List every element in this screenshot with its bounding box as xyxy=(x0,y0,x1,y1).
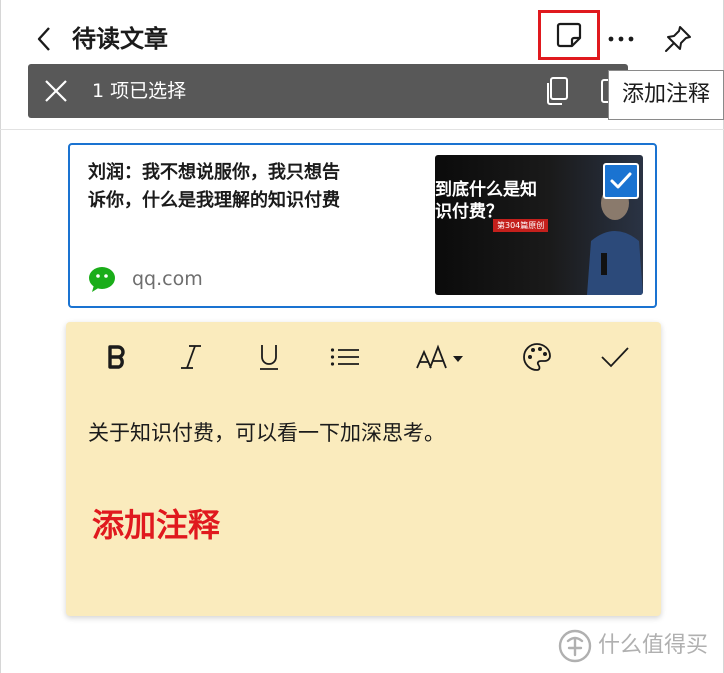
done-button[interactable] xyxy=(598,340,632,374)
bold-icon xyxy=(108,345,125,369)
more-options-button[interactable] xyxy=(602,22,640,56)
underline-button[interactable] xyxy=(254,340,284,374)
font-size-icon xyxy=(416,344,463,369)
selection-bar: 1 项已选择 xyxy=(28,64,628,118)
selection-count: 1 项已选择 xyxy=(92,80,187,102)
note-body-text[interactable]: 关于知识付费，可以看一下加深思考。 xyxy=(88,418,445,448)
page-title: 待读文章 xyxy=(72,25,168,53)
watermark: 什么值得买 xyxy=(558,628,708,664)
clear-selection-button[interactable] xyxy=(42,77,70,105)
color-button[interactable] xyxy=(520,340,554,374)
more-icon xyxy=(608,36,634,42)
check-icon xyxy=(601,347,629,368)
bold-button[interactable] xyxy=(102,340,132,374)
wechat-icon xyxy=(88,265,118,293)
divider xyxy=(0,129,724,130)
select-checkbox[interactable] xyxy=(603,163,639,199)
copy-icon xyxy=(547,77,568,105)
bullet-list-button[interactable] xyxy=(328,340,362,374)
watermark-text: 什么值得买 xyxy=(598,633,709,658)
pin-button[interactable] xyxy=(658,20,698,58)
back-button[interactable] xyxy=(30,24,58,54)
close-icon xyxy=(45,80,67,102)
pin-icon xyxy=(665,26,691,52)
add-note-button[interactable] xyxy=(538,10,600,60)
add-note-tooltip: 添加注释 xyxy=(608,70,724,120)
italic-button[interactable] xyxy=(176,340,206,374)
chevron-left-icon xyxy=(37,27,50,51)
thumbnail-badge: 第304篇原创 xyxy=(493,219,549,232)
annotation-label: 添加注释 xyxy=(92,506,221,544)
checkmark-icon xyxy=(610,172,632,189)
article-card[interactable]: 刘润：我不想说服你，我只想告 诉你，什么是我理解的知识付费 qq.com 到底什… xyxy=(68,143,657,308)
underline-icon xyxy=(260,345,278,370)
copy-button[interactable] xyxy=(544,76,570,106)
italic-icon xyxy=(181,345,201,369)
smzdm-logo-icon xyxy=(558,629,592,663)
list-icon xyxy=(330,348,359,366)
article-source: qq.com xyxy=(132,268,203,290)
note-icon xyxy=(556,22,582,48)
article-headline[interactable]: 刘润：我不想说服你，我只想告 诉你，什么是我理解的知识付费 xyxy=(88,159,388,215)
font-size-button[interactable] xyxy=(414,340,470,374)
article-headline-line2: 诉你，什么是我理解的知识付费 xyxy=(88,190,340,211)
palette-icon xyxy=(523,343,551,371)
note-editor: 关于知识付费，可以看一下加深思考。 添加注释 xyxy=(66,322,661,616)
article-headline-line1: 刘润：我不想说服你，我只想告 xyxy=(88,162,340,183)
